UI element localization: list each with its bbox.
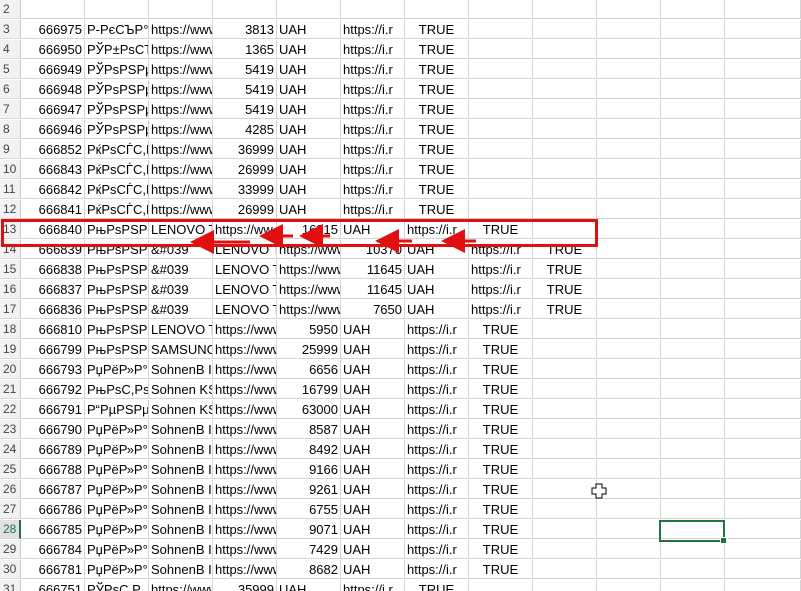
fill-handle[interactable]	[720, 537, 727, 544]
plus-cursor-icon	[591, 483, 607, 499]
annotation-arrows	[190, 224, 476, 254]
selected-cell[interactable]	[659, 520, 727, 544]
